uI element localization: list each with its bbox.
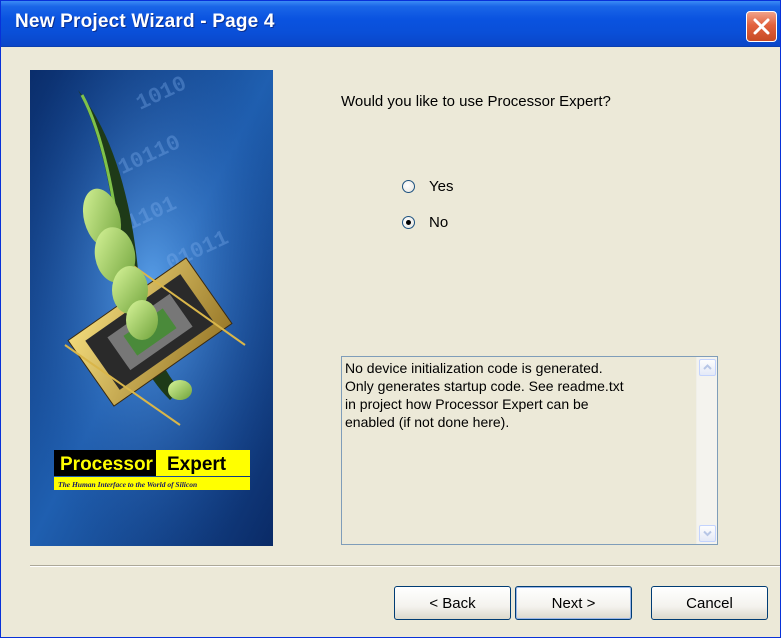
processor-expert-banner: 1010 010110 1101 01011 Processor Expert … [30, 70, 273, 546]
chevron-down-icon [703, 530, 712, 537]
title-bar: New Project Wizard - Page 4 [1, 1, 780, 47]
radio-no-circle[interactable] [402, 215, 415, 229]
logo-expert-text: Expert [167, 454, 227, 475]
cancel-button[interactable]: Cancel [651, 586, 768, 620]
radio-no-label[interactable]: No [429, 214, 448, 231]
close-icon [753, 18, 770, 35]
close-button[interactable] [746, 11, 777, 42]
question-label: Would you like to use Processor Expert? [341, 93, 611, 110]
next-button[interactable]: Next > [515, 586, 632, 620]
description-text: No device initialization code is generat… [345, 360, 624, 430]
radio-selected-dot [406, 219, 411, 225]
wizard-window: New Project Wizard - Page 4 1010 010110 … [0, 0, 781, 638]
logo-processor-text: Processor [60, 454, 154, 475]
vertical-scrollbar[interactable] [696, 357, 717, 544]
banner-image: 1010 010110 1101 01011 Processor Expert … [30, 70, 273, 546]
radio-yes[interactable]: Yes [402, 176, 453, 196]
chevron-up-icon [703, 364, 712, 370]
back-button[interactable]: < Back [394, 586, 511, 620]
radio-yes-circle[interactable] [402, 179, 415, 193]
logo-tagline: The Human Interface to the World of Sili… [58, 480, 197, 489]
radio-no[interactable]: No [402, 212, 448, 232]
logo-tm-text: TM [237, 452, 249, 461]
radio-yes-label[interactable]: Yes [429, 178, 453, 195]
scroll-up-button[interactable] [699, 359, 716, 376]
footer-separator [30, 565, 780, 567]
scroll-down-button[interactable] [699, 525, 716, 542]
description-textbox[interactable]: No device initialization code is generat… [341, 356, 718, 545]
window-title: New Project Wizard - Page 4 [15, 11, 275, 32]
